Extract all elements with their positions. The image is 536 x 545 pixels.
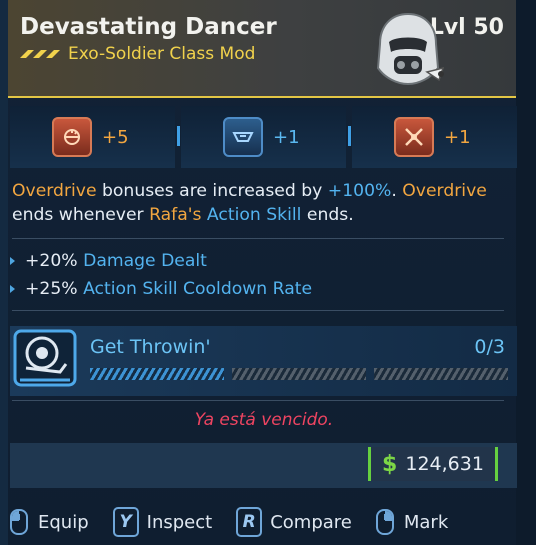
challenge-panel: Get Throwin' 0/3 (10, 326, 517, 396)
description-text: . (391, 181, 403, 201)
currency-icon: $ (382, 451, 398, 477)
tech-skill-icon (223, 117, 263, 157)
equip-action[interactable]: Equip (10, 509, 89, 535)
skill-bonus-1[interactable]: +5 (10, 106, 175, 168)
separator-pip (348, 126, 351, 146)
left-rail (0, 0, 8, 545)
challenge-title: Get Throwin' (90, 336, 211, 358)
action-label: Equip (38, 511, 89, 533)
item-type: Exo-Soldier Class Mod (68, 44, 256, 64)
price-amount: 124,631 (405, 453, 484, 475)
throwing-challenge-icon (13, 329, 77, 387)
progress-segment (232, 368, 366, 380)
stat-label: Damage Dealt (83, 251, 207, 271)
description-text: bonuses are increased by (96, 181, 328, 201)
skill-bonus-2[interactable]: +1 (177, 106, 346, 168)
explosive-skill-icon (52, 117, 92, 157)
key-y-icon: Y (112, 507, 139, 537)
stat-amount: +20% (25, 251, 78, 271)
progress-segment (90, 368, 224, 380)
item-description: Overdrive bonuses are increased by +100%… (12, 179, 507, 227)
description-text: ends. (301, 205, 354, 225)
item-type-row: Exo-Soldier Class Mod (20, 44, 255, 64)
keyword-percent: +100% (327, 181, 392, 201)
skill-bonus-value: +1 (273, 126, 300, 148)
action-bar: Equip Y Inspect R Compare Mark (10, 505, 517, 539)
action-label: Mark (403, 511, 449, 533)
description-text: ends whenever (12, 205, 150, 225)
progress-segment (374, 368, 508, 380)
rarity-chevrons-icon (20, 50, 60, 58)
right-rail (516, 0, 536, 545)
error-message: Ya está vencido. (194, 410, 334, 430)
divider (12, 310, 504, 311)
item-card: Devastating Dancer Exo-Soldier Class Mod… (0, 0, 536, 545)
stat-row: +20% Damage Dealt (10, 247, 312, 275)
item-header: Devastating Dancer Exo-Soldier Class Mod… (8, 0, 516, 98)
stat-label: Action Skill Cooldown Rate (83, 279, 313, 299)
divider (12, 400, 504, 401)
action-label: Compare (270, 511, 352, 533)
stat-amount: +25% (25, 279, 78, 299)
divider (12, 238, 504, 239)
skill-bonus-value: +1 (444, 126, 471, 148)
challenge-progress: 0/3 (474, 336, 505, 358)
stat-row: +25% Action Skill Cooldown Rate (10, 275, 312, 303)
skill-bonus-value: +5 (102, 126, 129, 148)
crossed-blades-skill-icon (394, 117, 434, 157)
price-box: $ 124,631 (368, 447, 498, 481)
bullet-icon (10, 285, 15, 293)
keyword-overdrive: Overdrive (402, 181, 487, 201)
bullet-icon (10, 257, 15, 265)
mouse-left-icon (10, 509, 28, 535)
exo-soldier-portrait-icon (376, 12, 445, 86)
compare-action[interactable]: R Compare (236, 507, 352, 537)
inspect-action[interactable]: Y Inspect (112, 507, 213, 537)
mark-action[interactable]: Mark (375, 509, 449, 535)
action-label: Inspect (146, 511, 213, 533)
item-name: Devastating Dancer (20, 14, 277, 40)
keyword-action-skill: Action Skill (206, 205, 302, 225)
stat-list: +20% Damage Dealt +25% Action Skill Cool… (10, 247, 312, 303)
separator-pip (177, 126, 180, 146)
mouse-right-icon (375, 509, 394, 535)
skill-bonus-3[interactable]: +1 (348, 106, 517, 168)
price-bar: $ 124,631 (10, 443, 517, 488)
keyword-rafa: Rafa's (149, 205, 202, 225)
keyword-overdrive: Overdrive (12, 181, 97, 201)
key-r-icon: R (236, 507, 263, 537)
skill-bonus-row: +5 +1 +1 (10, 106, 517, 168)
